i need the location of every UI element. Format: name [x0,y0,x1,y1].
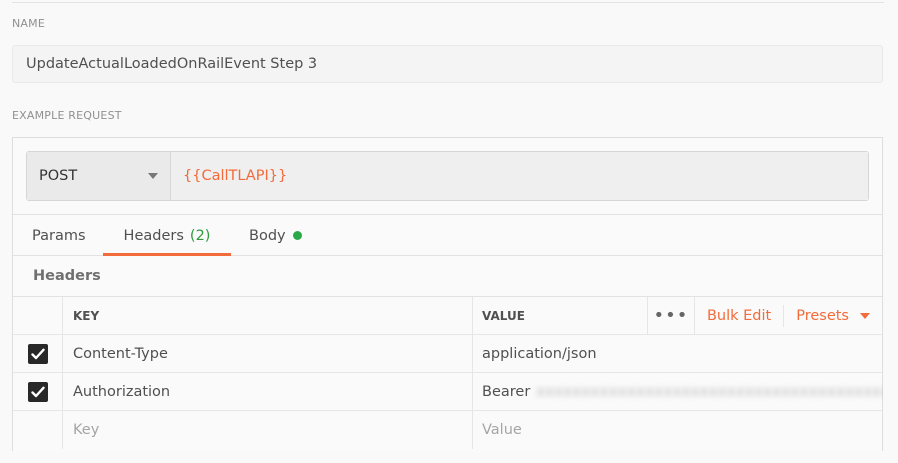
header-check-cell [13,297,63,334]
tab-body[interactable]: Body [249,215,302,256]
row-checkbox[interactable] [27,343,48,364]
row-check-cell [13,373,63,410]
table-actions: ••• Bulk Edit Presets [646,297,882,334]
new-key-input[interactable]: Key [63,411,473,449]
url-input[interactable]: {{CallTLAPI}} [171,152,868,200]
row-check-cell [13,335,63,372]
request-tabs: Params Headers (2) Body [13,214,882,256]
checkmark-icon [30,386,45,397]
example-request-label: EXAMPLE REQUEST [12,109,122,122]
request-name-input[interactable] [12,45,883,83]
checkmark-icon [30,348,45,359]
header-key-cell[interactable]: Content-Type [63,335,473,372]
table-row: Authorization Bearer xxxxxxxxxxxxxxxxxxx… [13,373,883,411]
tab-params[interactable]: Params [32,215,86,256]
more-options-icon[interactable]: ••• [646,297,695,334]
method-dropdown[interactable]: POST [27,152,171,200]
headers-section-title: Headers [33,268,101,284]
presets-dropdown[interactable]: Presets [784,308,882,324]
example-request-panel: POST {{CallTLAPI}} Params Headers (2) Bo… [12,137,883,452]
new-value-input[interactable]: Value [473,411,883,449]
top-divider [12,2,884,3]
status-dot-icon [292,231,302,240]
headers-table: KEY VALUE ••• Bulk Edit Presets Content-… [13,296,883,452]
header-key-cell[interactable]: Authorization [63,373,473,410]
table-header-row: KEY VALUE ••• Bulk Edit Presets [13,297,882,335]
tab-body-label: Body [249,227,286,244]
tab-headers[interactable]: Headers (2) [103,215,231,256]
name-section-label: NAME [12,17,45,30]
value-column-label: VALUE [482,308,525,323]
tab-params-label: Params [32,227,86,244]
header-value-cell[interactable]: application/json [473,335,883,372]
row-checkbox[interactable] [27,381,48,402]
row-check-cell [13,411,63,449]
active-tab-indicator [103,253,231,256]
table-row: Key Value [13,411,882,449]
url-bar: POST {{CallTLAPI}} [26,151,869,201]
method-label: POST [39,168,78,184]
presets-label: Presets [796,307,849,324]
auth-scheme-text: Bearer [482,383,531,400]
headers-count-badge: (2) [189,227,211,244]
chevron-down-icon [860,313,870,319]
redacted-token: xxxxxxxxxxxxxxxxxxxxxxxxxxxxxxxxxxxxxxx [536,383,883,400]
header-value-cell[interactable]: Bearer xxxxxxxxxxxxxxxxxxxxxxxxxxxxxxxxx… [473,373,883,410]
chevron-down-icon [148,173,158,179]
key-column-header: KEY [63,297,473,334]
tab-headers-label: Headers [123,227,184,244]
table-row: Content-Type application/json [13,335,882,373]
bulk-edit-button[interactable]: Bulk Edit [695,304,785,327]
